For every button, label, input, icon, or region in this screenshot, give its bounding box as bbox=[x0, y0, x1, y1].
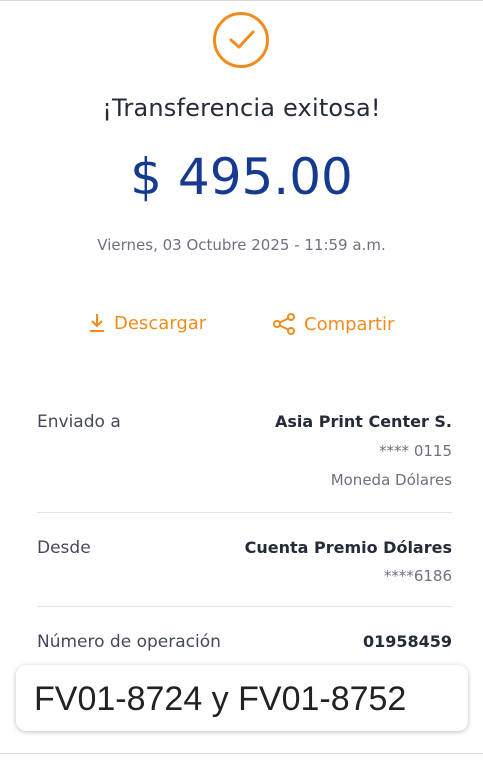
share-button[interactable]: Compartir bbox=[272, 312, 394, 336]
top-border bbox=[0, 0, 483, 7]
source-label: Desde bbox=[37, 538, 91, 558]
divider bbox=[37, 606, 452, 607]
recipient-name: Asia Print Center S. bbox=[274, 412, 452, 431]
operation-number: 01958459 bbox=[362, 632, 452, 651]
transfer-datetime: Viernes, 03 Octubre 2025 - 11:59 a.m. bbox=[97, 236, 386, 254]
note-text: FV01-8724 y FV01-8752 bbox=[34, 680, 407, 718]
operation-label: Número de operación bbox=[37, 632, 221, 652]
transfer-amount: $ 495.00 bbox=[130, 148, 353, 206]
source-account: ****6186 bbox=[383, 567, 452, 585]
page-title: ¡Transferencia exitosa! bbox=[102, 94, 381, 122]
share-icon bbox=[273, 313, 295, 335]
success-check-icon bbox=[213, 12, 269, 68]
share-label: Compartir bbox=[304, 313, 395, 335]
download-icon bbox=[90, 314, 104, 332]
download-button[interactable]: Descargar bbox=[88, 312, 206, 334]
source-account-name: Cuenta Premio Dólares bbox=[244, 538, 452, 557]
note-box: FV01-8724 y FV01-8752 bbox=[16, 665, 468, 731]
recipient-label: Enviado a bbox=[37, 412, 121, 432]
divider bbox=[0, 753, 483, 754]
recipient-currency: Moneda Dólares bbox=[330, 471, 452, 489]
divider bbox=[37, 512, 452, 513]
download-label: Descargar bbox=[114, 312, 207, 334]
recipient-account: **** 0115 bbox=[379, 442, 452, 460]
